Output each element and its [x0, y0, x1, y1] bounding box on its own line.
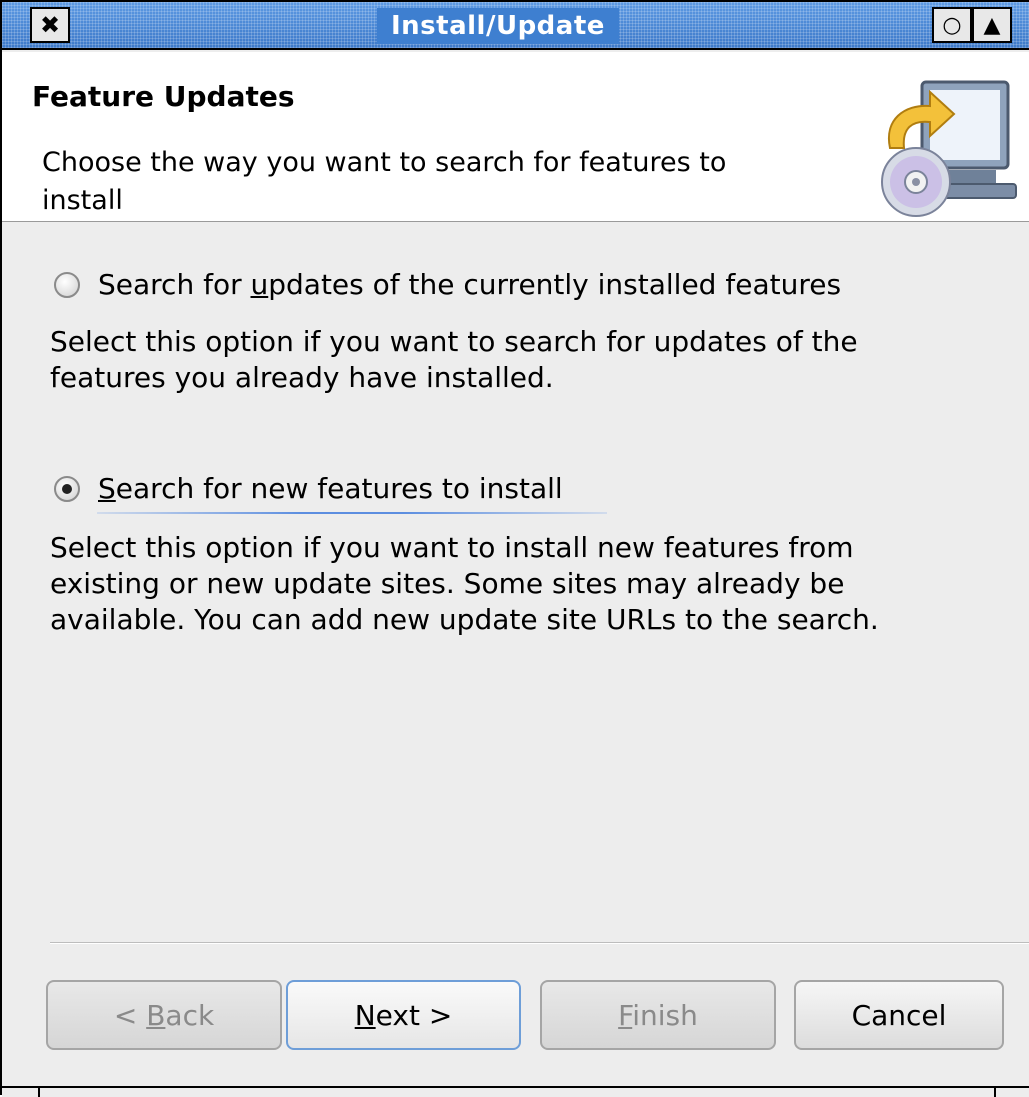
next-button-label: Next >	[354, 998, 453, 1032]
finish-button[interactable]: Finish	[540, 980, 776, 1050]
minimize-icon: ○	[942, 12, 962, 38]
option-search-new-features-description-line-3: available. You can add new update site U…	[50, 603, 879, 636]
close-icon: ✖	[39, 11, 61, 39]
cancel-button[interactable]: Cancel	[794, 980, 1004, 1050]
option-search-updates-description: Select this option if you want to search…	[50, 324, 990, 396]
cancel-button-label: Cancel	[851, 998, 947, 1032]
resize-grip-right[interactable]	[994, 1086, 1029, 1097]
radio-search-updates[interactable]	[54, 271, 80, 298]
radio-search-new-features[interactable]	[54, 475, 80, 502]
next-button[interactable]: Next >	[286, 980, 521, 1050]
option-search-new-features-description: Select this option if you want to instal…	[50, 530, 990, 638]
option-search-updates[interactable]: Search for updates of the currently inst…	[54, 268, 841, 301]
option-search-new-features[interactable]: Search for new features to install	[54, 472, 563, 505]
option-search-updates-description-line-1: Select this option if you want to search…	[50, 325, 858, 358]
wizard-header-banner: Feature Updates Choose the way you want …	[2, 52, 1029, 222]
button-bar-separator	[50, 942, 1029, 944]
option-search-updates-label: Search for updates of the currently inst…	[98, 268, 842, 301]
minimize-window-button[interactable]: ○	[932, 7, 972, 43]
title-bar[interactable]: ✖ Install/Update ○ ▲	[2, 2, 1029, 50]
option-search-new-features-description-line-1: Select this option if you want to instal…	[50, 531, 854, 564]
install-update-wizard-icon	[881, 80, 1017, 217]
back-button-label: < Back	[113, 998, 215, 1032]
option-search-new-features-label: Search for new features to install	[98, 472, 563, 505]
resize-grip-left[interactable]	[2, 1086, 40, 1097]
focus-indicator	[97, 512, 607, 514]
close-window-button[interactable]: ✖	[30, 7, 70, 43]
page-description-line-2: install	[42, 185, 123, 216]
finish-button-label: Finish	[618, 998, 698, 1032]
maximize-icon: ▲	[983, 12, 1001, 38]
maximize-window-button[interactable]: ▲	[972, 7, 1012, 43]
window-title: Install/Update	[377, 8, 619, 44]
back-button[interactable]: < Back	[46, 980, 282, 1050]
window-bottom-edge[interactable]	[2, 1086, 1029, 1097]
page-title: Feature Updates	[32, 80, 295, 113]
page-description-line-1: Choose the way you want to search for fe…	[42, 147, 727, 178]
option-search-new-features-description-line-2: existing or new update sites. Some sites…	[50, 567, 845, 600]
option-search-updates-description-line-2: features you already have installed.	[50, 361, 554, 394]
install-update-window: ✖ Install/Update ○ ▲ Feature Updates Cho…	[0, 0, 1029, 1097]
